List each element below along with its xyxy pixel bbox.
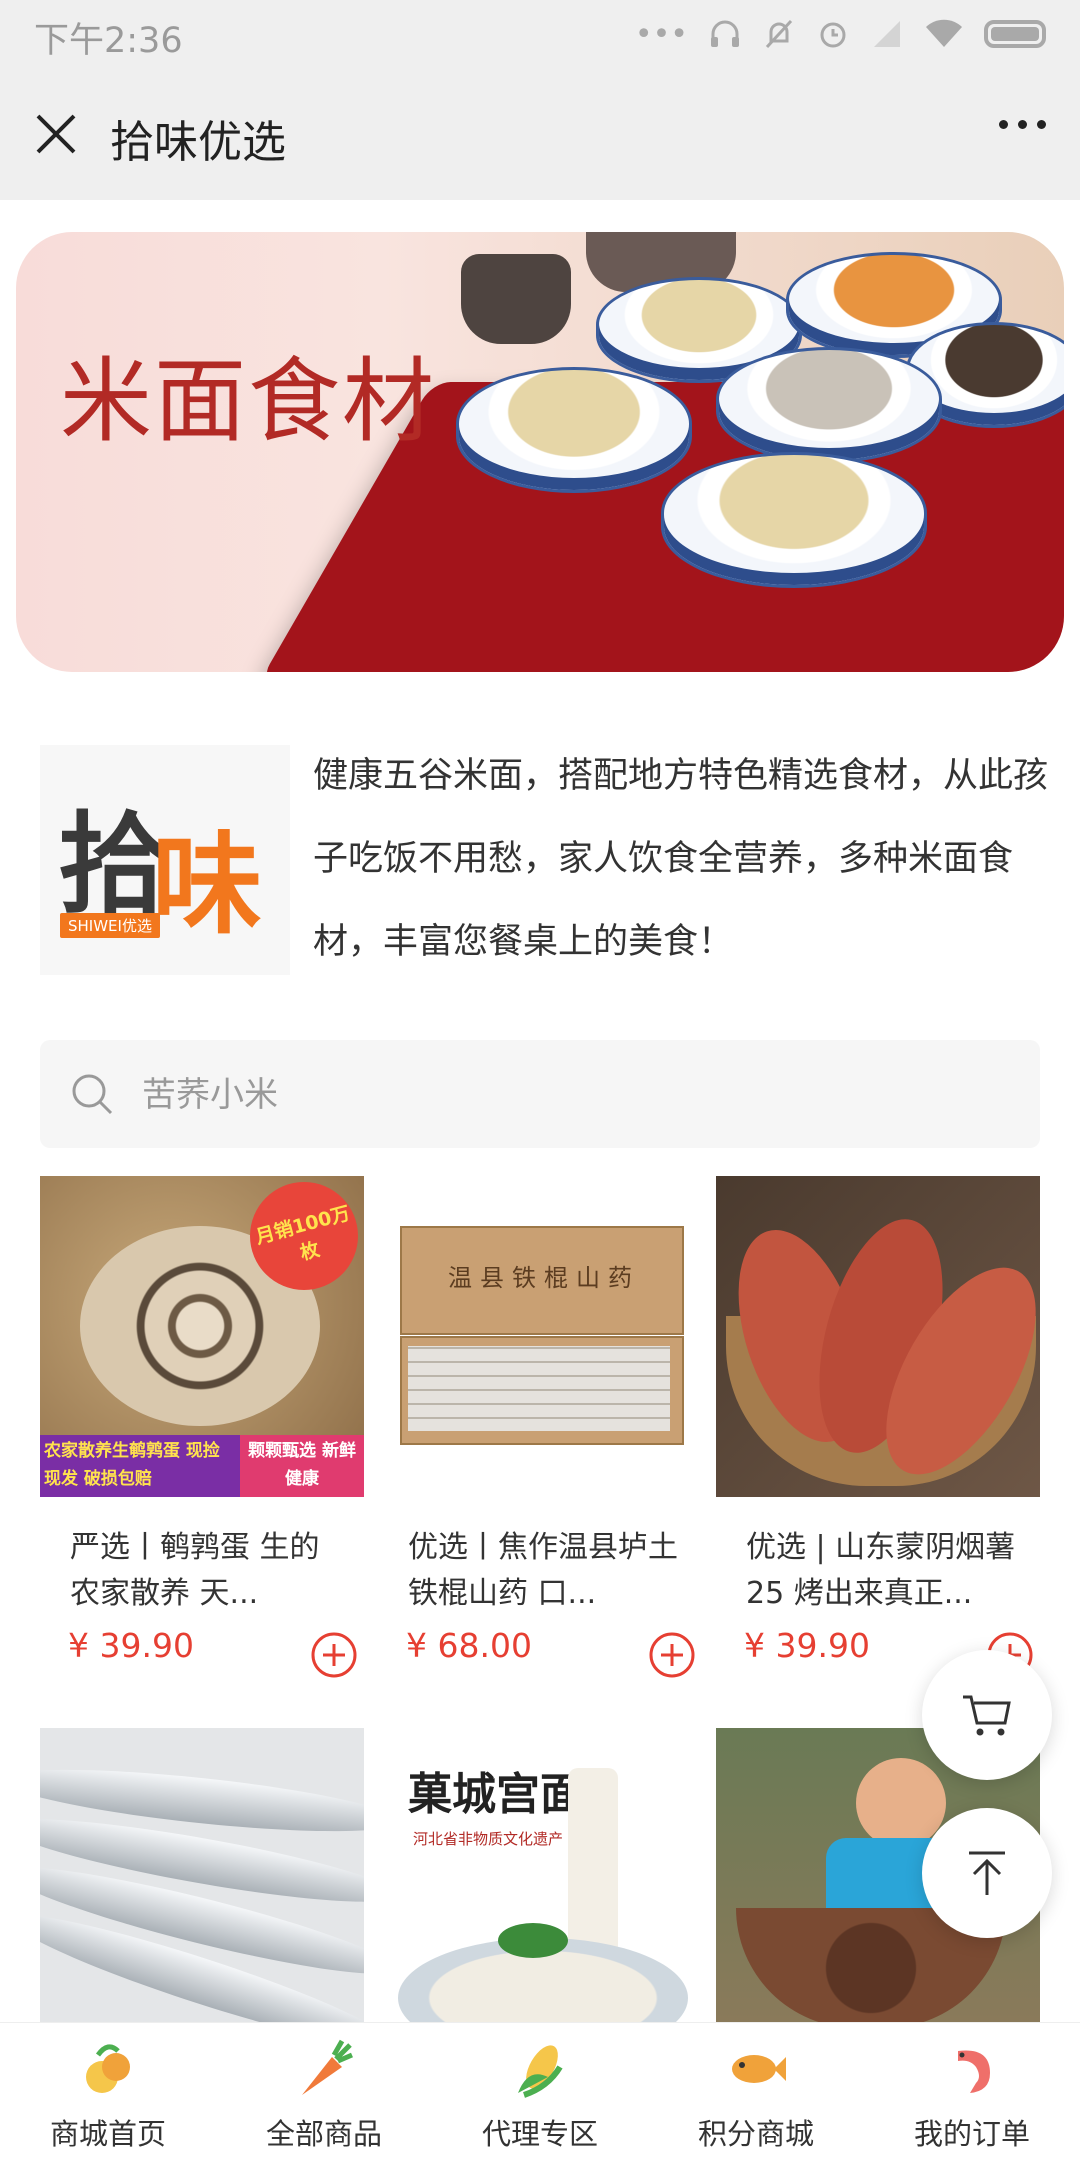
status-bar: 下午2:36 •••: [0, 0, 1080, 68]
product-card[interactable]: 月销100万枚 农家散养生鹌鹑蛋 现捡现发 破损包赔 颗颗甄选 新鲜健康 严选丨…: [40, 1176, 364, 1678]
home-fruit-icon: [86, 2044, 130, 2093]
add-to-cart-icon[interactable]: [648, 1631, 696, 1679]
heritage-text: 河北省非物质文化遗产: [413, 1830, 564, 1848]
wifi-icon: [926, 19, 962, 47]
tab-label: 我的订单: [913, 2117, 1030, 2151]
alarm-icon: [820, 22, 846, 48]
tab-label: 全部商品: [265, 2117, 382, 2151]
product-card[interactable]: 优选 | 山东蒙阴烟薯25 烤出来真正... ¥ 39.90: [716, 1176, 1040, 1678]
product-price: ¥ 39.90: [68, 1626, 194, 1665]
product-name: 优选丨焦作温县垆土 铁棍山药 口...: [408, 1530, 678, 1611]
close-icon[interactable]: [30, 108, 82, 160]
product-name: 优选 | 山东蒙阴烟薯25 烤出来真正...: [746, 1530, 1016, 1611]
dots-icon: •••: [634, 16, 688, 52]
product-price: ¥ 39.90: [744, 1626, 870, 1665]
tab-label: 商城首页: [49, 2117, 166, 2151]
tab-label: 积分商城: [697, 2117, 814, 2151]
store-intro: 拾 味 SHIWEI优选 健康五谷米面，搭配地方特色精选食材，从此孩子吃饭不用愁…: [40, 735, 1048, 975]
tab-all-products[interactable]: 全部商品: [216, 2023, 432, 2161]
back-to-top-button[interactable]: [922, 1808, 1052, 1938]
store-logo: 拾 味 SHIWEI优选: [40, 745, 290, 975]
promo-banner-left: 农家散养生鹌鹑蛋 现捡现发 破损包赔: [40, 1435, 240, 1497]
tab-home[interactable]: 商城首页: [0, 2023, 216, 2161]
more-options-button[interactable]: [999, 120, 1046, 129]
tab-agent-zone[interactable]: 代理专区: [432, 2023, 648, 2161]
mute-bell-icon: [765, 19, 793, 49]
logo-text: 味: [152, 820, 262, 949]
status-icons: •••: [635, 10, 1046, 58]
carrot-icon: [302, 2039, 353, 2095]
search-input[interactable]: [140, 1040, 1004, 1150]
search-bar[interactable]: [40, 1040, 1040, 1150]
logo-tag: SHIWEI优选: [60, 913, 160, 938]
search-icon: [72, 1074, 113, 1115]
headphones-icon: [711, 20, 739, 47]
product-image: 菓城宫面 河北省非物质文化遗产: [378, 1728, 702, 2022]
banner-title: 米面食材: [60, 348, 437, 455]
page-title: 拾味优选: [110, 117, 286, 168]
box-label: 温县铁棍山药: [448, 1264, 640, 1292]
tab-points-mall[interactable]: 积分商城: [648, 2023, 864, 2161]
product-card[interactable]: 温县铁棍山药 优选丨焦作温县垆土 铁棍山药 口... ¥ 68.00: [378, 1176, 702, 1678]
product-image: [716, 1176, 1040, 1497]
signal-icon: [874, 21, 900, 47]
product-image: 温县铁棍山药: [378, 1176, 702, 1497]
product-image: [40, 1728, 364, 2022]
bowl-image: [716, 347, 942, 463]
title-bar: 拾味优选: [0, 68, 1080, 200]
bowl-image: [661, 452, 927, 588]
arrow-up-icon: [969, 1851, 1005, 1895]
cart-button[interactable]: [922, 1650, 1052, 1780]
corn-icon: [518, 2045, 563, 2098]
shrimp-icon: [958, 2050, 990, 2093]
promo-banner-right: 颗颗甄选 新鲜健康: [240, 1435, 364, 1497]
store-description: 健康五谷米面，搭配地方特色精选食材，从此孩子吃饭不用愁，家人饮食全营养，多种米面…: [313, 756, 1049, 962]
cart-icon: [963, 1695, 1011, 1736]
product-card[interactable]: 菓城宫面 河北省非物质文化遗产: [378, 1728, 702, 2022]
add-to-cart-icon[interactable]: [310, 1631, 358, 1679]
bowl-image: [456, 367, 692, 493]
status-time: 下午2:36: [34, 21, 183, 61]
product-price: ¥ 68.00: [406, 1626, 532, 1665]
product-image: 月销100万枚 农家散养生鹌鹑蛋 现捡现发 破损包赔 颗颗甄选 新鲜健康: [40, 1176, 364, 1497]
bottom-tab-bar: 商城首页 全部商品 代理专区 积分商城 我的订单: [0, 2022, 1080, 2161]
fish-icon: [732, 2055, 786, 2083]
product-card[interactable]: [40, 1728, 364, 2022]
tab-my-orders[interactable]: 我的订单: [864, 2023, 1080, 2161]
brand-text: 菓城宫面: [408, 1769, 584, 1820]
teacup-image: [461, 254, 571, 344]
tab-label: 代理专区: [481, 2117, 598, 2151]
battery-icon: [984, 20, 1046, 48]
category-banner[interactable]: 米面食材: [16, 232, 1064, 672]
product-name: 严选丨鹌鹑蛋 生的 农家散养 天...: [70, 1530, 320, 1611]
